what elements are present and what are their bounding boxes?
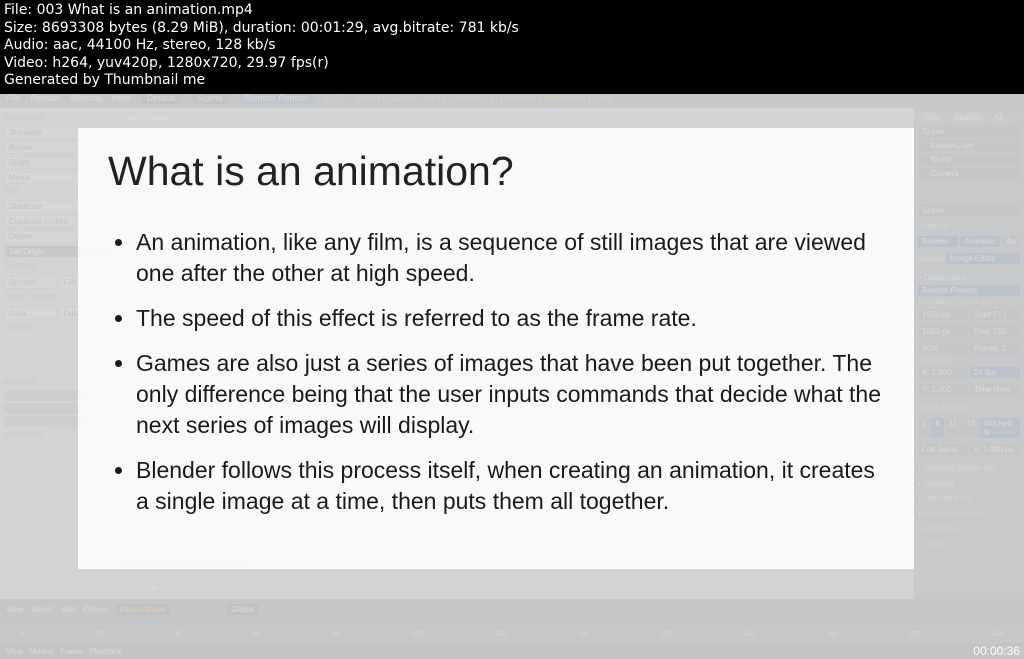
slide-bullet-list: An animation, like any film, is a sequen… <box>108 227 884 517</box>
slide-bullet-1: An animation, like any film, is a sequen… <box>136 227 884 289</box>
slide-title: What is an animation? <box>108 148 884 195</box>
slide-bullet-2: The speed of this effect is referred to … <box>136 303 884 334</box>
thumbnail-info-block: File: 003 What is an animation.mp4 Size:… <box>0 0 1024 94</box>
info-video: Video: h264, yuv420p, 1280x720, 29.97 fp… <box>4 55 1020 73</box>
slide-bullet-4: Blender follows this process itself, whe… <box>136 455 884 517</box>
info-size: Size: 8693308 bytes (8.29 MiB), duration… <box>4 20 1020 38</box>
slide-overlay: What is an animation? An animation, like… <box>78 128 914 569</box>
info-generated: Generated by Thumbnail me <box>4 72 1020 90</box>
info-file: File: 003 What is an animation.mp4 <box>4 2 1020 20</box>
info-audio: Audio: aac, 44100 Hz, stereo, 128 kb/s <box>4 37 1020 55</box>
frame-timestamp: 00:00:36 <box>973 644 1020 658</box>
slide-bullet-3: Games are also just a series of images t… <box>136 348 884 441</box>
video-frame: File Render Window Help Default Scene Bl… <box>0 88 1024 659</box>
